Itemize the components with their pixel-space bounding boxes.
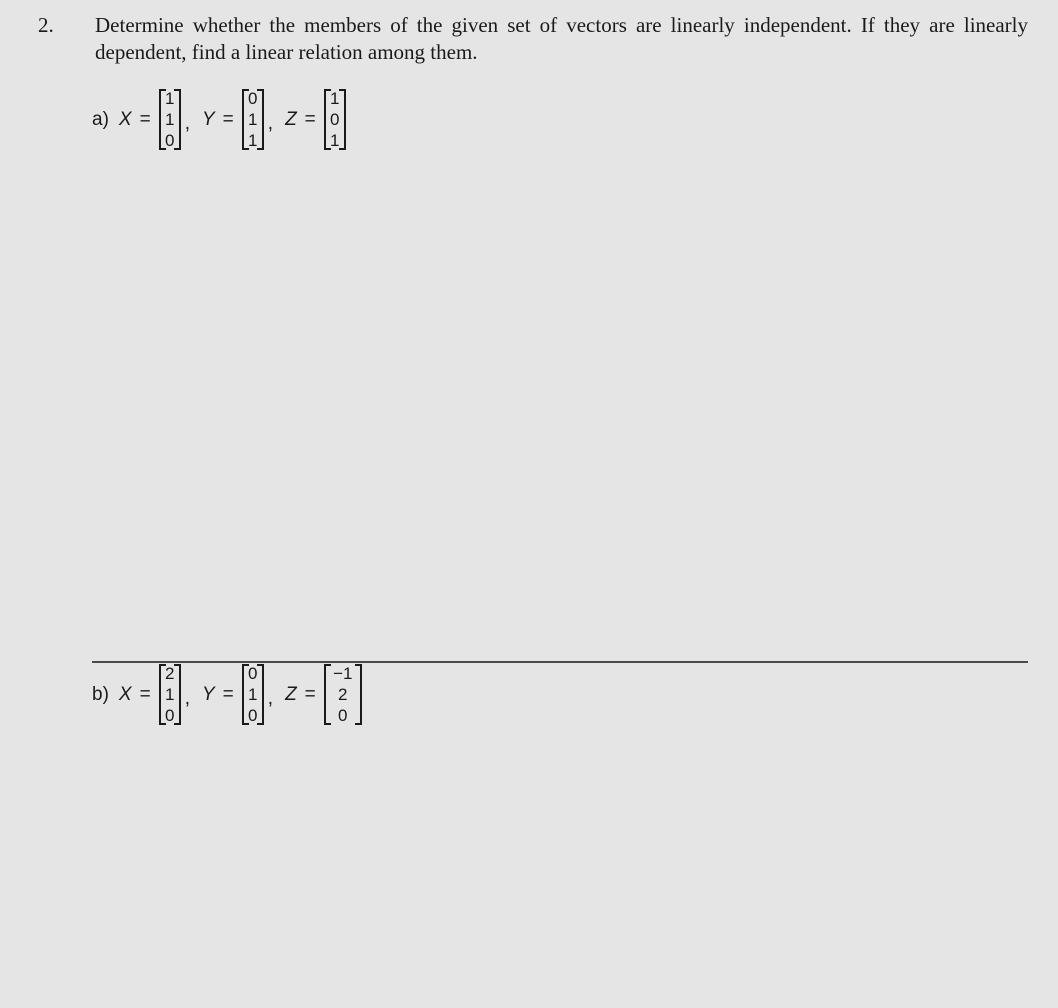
- problem-statement: Determine whether the members of the giv…: [95, 13, 1028, 64]
- part-a: a) X = 1 1 0 , Y = 0 1 1 , Z = 1 0 1: [92, 88, 346, 151]
- matrix-entry: 2: [338, 685, 348, 704]
- equals-sign: =: [222, 683, 234, 705]
- vector-name: Y: [201, 683, 215, 705]
- separator: ,: [184, 687, 190, 709]
- column-matrix: −1 2 0: [323, 663, 362, 726]
- matrix-entry: 1: [248, 110, 258, 129]
- vector-name: X: [118, 108, 132, 130]
- column-matrix: 1 0 1: [323, 88, 346, 151]
- vector-z: Z = 1 0 1: [285, 88, 346, 151]
- problem-number: 2.: [38, 13, 54, 37]
- part-label: b): [92, 683, 109, 705]
- matrix-entry: 1: [164, 110, 175, 129]
- vector-name: Y: [201, 108, 215, 130]
- part-b: b) X = 2 1 0 , Y = 0 1 0 , Z = −1 2 0: [92, 663, 362, 726]
- equals-sign: =: [139, 108, 151, 130]
- equals-sign: =: [304, 108, 316, 130]
- matrix-entry: 2: [164, 664, 175, 683]
- matrix-entry: −1: [333, 664, 353, 683]
- matrix-entry: 0: [248, 706, 258, 725]
- vector-name: Z: [285, 108, 297, 130]
- vector-name: Z: [285, 683, 297, 705]
- matrix-entry: 1: [330, 131, 340, 150]
- matrix-entry: 1: [248, 131, 258, 150]
- vector-x: X = 1 1 0 ,: [119, 88, 202, 151]
- matrix-entry: 0: [164, 706, 175, 725]
- vector-y: Y = 0 1 0 ,: [202, 663, 285, 726]
- vector-name: X: [118, 683, 132, 705]
- column-matrix: 0 1 1: [241, 88, 264, 151]
- equals-sign: =: [222, 108, 234, 130]
- matrix-entry: 1: [164, 89, 175, 108]
- matrix-entry: 1: [248, 685, 258, 704]
- separator: ,: [267, 112, 274, 134]
- vector-x: X = 2 1 0 ,: [119, 663, 202, 726]
- matrix-entry: 0: [248, 89, 258, 108]
- column-matrix: 0 1 0: [241, 663, 264, 726]
- separator: ,: [184, 112, 190, 134]
- column-matrix: 1 1 0: [158, 88, 181, 151]
- matrix-entry: 0: [338, 706, 348, 725]
- matrix-entry: 0: [330, 110, 340, 129]
- part-label: a): [92, 108, 109, 130]
- equals-sign: =: [139, 683, 151, 705]
- matrix-entry: 1: [330, 89, 340, 108]
- matrix-entry: 1: [164, 685, 175, 704]
- equals-sign: =: [304, 683, 316, 705]
- column-matrix: 2 1 0: [158, 663, 181, 726]
- separator: ,: [267, 687, 274, 709]
- vector-y: Y = 0 1 1 ,: [202, 88, 285, 151]
- vector-z: Z = −1 2 0: [285, 663, 362, 726]
- matrix-entry: 0: [164, 131, 175, 150]
- matrix-entry: 0: [248, 664, 258, 683]
